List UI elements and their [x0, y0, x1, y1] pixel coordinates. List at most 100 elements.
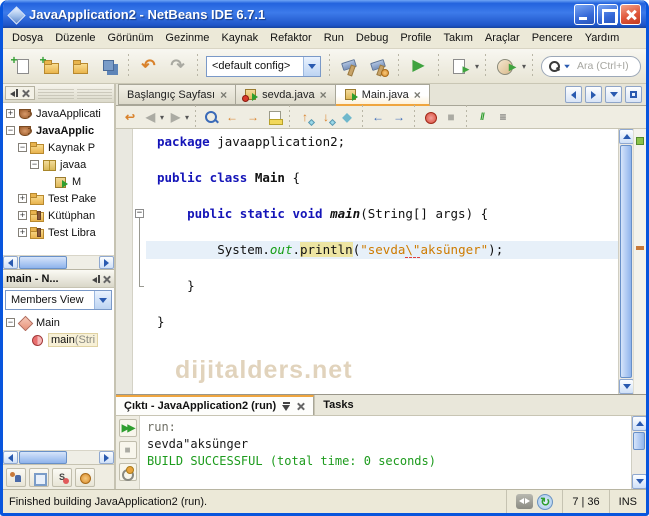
tree-item-main[interactable]: − Main — [3, 314, 114, 331]
scroll-right-icon[interactable] — [99, 256, 114, 269]
tree-item-javaapplicati[interactable]: + JavaApplicati — [3, 105, 114, 122]
collapse-icon[interactable]: − — [6, 318, 15, 327]
open-project-button[interactable] — [66, 53, 93, 80]
scroll-left-icon[interactable] — [3, 451, 18, 464]
find-next-button[interactable]: → — [243, 107, 263, 127]
back-button[interactable]: ◀ ▾ — [141, 107, 165, 127]
expand-icon[interactable]: + — [18, 211, 27, 220]
new-project-button[interactable]: + — [37, 53, 64, 80]
redo-button[interactable]: ↷ — [164, 53, 191, 80]
expand-icon[interactable]: + — [6, 109, 15, 118]
last-edit-location-button[interactable]: ↩ — [120, 107, 140, 127]
editor-vertical-scrollbar[interactable] — [618, 129, 634, 394]
tab-tasks[interactable]: Tasks — [314, 395, 361, 415]
search-dropdown-icon[interactable] — [564, 64, 570, 68]
stop-button[interactable]: ■ — [118, 441, 137, 459]
config-select[interactable]: <default config> — [206, 55, 321, 77]
close-tab-icon[interactable]: × — [220, 89, 227, 101]
projects-horizontal-scrollbar[interactable] — [3, 255, 114, 269]
menu-kaynak[interactable]: Kaynak — [215, 30, 264, 46]
scroll-down-icon[interactable] — [632, 474, 646, 489]
menu-gezinme[interactable]: Gezinme — [159, 30, 215, 46]
close-button[interactable] — [620, 3, 641, 25]
debug-button[interactable]: ▶ — [445, 53, 472, 80]
dropdown-arrow-icon[interactable]: ▾ — [475, 62, 479, 71]
toggle-bookmark-button[interactable]: ◆ — [337, 107, 357, 127]
close-window-icon[interactable] — [297, 402, 305, 410]
ant-settings-button[interactable] — [118, 463, 137, 481]
scroll-tabs-left-icon[interactable] — [565, 86, 582, 103]
show-fields-button[interactable] — [29, 467, 49, 487]
scroll-up-icon[interactable] — [619, 129, 634, 144]
scroll-tabs-right-icon[interactable] — [585, 86, 602, 103]
tab-output[interactable]: Çıktı - JavaApplication2 (run) — [116, 395, 315, 415]
find-previous-button[interactable]: ← — [222, 107, 242, 127]
tree-item-javaa[interactable]: − javaa — [3, 156, 114, 173]
scroll-up-icon[interactable] — [632, 416, 646, 431]
show-static-members-button[interactable]: S — [52, 467, 72, 487]
fold-collapse-icon[interactable]: − — [135, 209, 144, 218]
menu-ara-lar[interactable]: Araçlar — [479, 30, 526, 46]
maximize-editor-icon[interactable] — [625, 86, 642, 103]
combo-arrow-icon[interactable] — [94, 291, 111, 309]
output-console[interactable]: run: sevda"aksünger BUILD SUCCESSFUL (tota… — [140, 416, 631, 489]
update-center-icon[interactable]: ↻ — [537, 493, 554, 510]
show-inherited-members-button[interactable] — [6, 467, 26, 487]
minimize-pane-icon[interactable] — [92, 274, 100, 283]
output-vertical-scrollbar[interactable] — [631, 416, 646, 489]
rerun-button[interactable]: ▶▶ — [118, 419, 137, 437]
menu-refaktor[interactable]: Refaktor — [264, 30, 318, 46]
dropdown-arrow-icon[interactable]: ▾ — [185, 113, 189, 122]
profile-button[interactable]: ▶ — [492, 53, 519, 80]
menu-tak-m[interactable]: Takım — [438, 30, 479, 46]
tree-item-javaapplic[interactable]: − JavaApplic — [3, 122, 114, 139]
stop-macro-recording-button[interactable]: ■ — [441, 107, 461, 127]
save-all-button[interactable] — [95, 53, 122, 80]
menu-profile[interactable]: Profile — [394, 30, 437, 46]
undo-button[interactable]: ↶ — [135, 53, 162, 80]
tab-main-java[interactable]: Main.java × — [335, 84, 430, 106]
expand-icon[interactable]: + — [18, 228, 27, 237]
clean-and-build-button[interactable] — [365, 53, 392, 80]
new-file-button[interactable]: + — [8, 53, 35, 80]
menu-dosya[interactable]: Dosya — [6, 30, 49, 46]
scrollbar-thumb[interactable] — [19, 451, 67, 464]
close-tab-icon[interactable]: × — [414, 89, 421, 101]
tab-list-icon[interactable] — [605, 86, 622, 103]
collapse-icon[interactable]: − — [18, 143, 27, 152]
menu-d-zenle[interactable]: Düzenle — [49, 30, 101, 46]
scrollbar-thumb[interactable] — [620, 145, 632, 378]
code-editor[interactable]: package javaapplication2; public class M… — [146, 129, 618, 394]
scroll-right-icon[interactable] — [99, 451, 114, 464]
menu-pencere[interactable]: Pencere — [526, 30, 579, 46]
shift-line-left-button[interactable]: ← — [368, 107, 388, 127]
previous-bookmark-button[interactable]: ↑ — [295, 107, 315, 127]
tree-item-test-libra[interactable]: + Test Libra — [3, 224, 114, 241]
collapse-icon[interactable]: − — [6, 126, 15, 135]
menu-debug[interactable]: Debug — [350, 30, 394, 46]
quick-search-box[interactable] — [541, 55, 641, 77]
navigator-view-select[interactable]: Members View — [5, 290, 112, 310]
toggle-highlight-button[interactable] — [264, 107, 284, 127]
dropdown-arrow-icon[interactable]: ▾ — [160, 113, 164, 122]
find-selection-button[interactable] — [201, 107, 221, 127]
minimize-button[interactable] — [574, 3, 595, 25]
scrollbar-thumb[interactable] — [19, 256, 67, 269]
maximize-button[interactable] — [597, 3, 618, 25]
search-input[interactable] — [577, 60, 639, 72]
dropdown-arrow-icon[interactable]: ▾ — [522, 62, 526, 71]
minimize-window-icon[interactable] — [282, 401, 291, 411]
editor-navigation-icon[interactable] — [516, 494, 534, 509]
tab-ba-lang-sayfas[interactable]: Başlangıç Sayfası × — [118, 84, 237, 105]
projects-pane-tab[interactable] — [5, 86, 35, 100]
tab-sevda-java[interactable]: sevda.java × — [236, 84, 336, 105]
start-macro-recording-button[interactable] — [420, 107, 440, 127]
show-non-public-members-button[interactable] — [75, 467, 95, 487]
tree-item-m[interactable]: M — [3, 173, 114, 190]
menu-g-r-n-m[interactable]: Görünüm — [102, 30, 160, 46]
scrollbar-thumb[interactable] — [633, 432, 645, 450]
current-line-mark[interactable] — [636, 245, 644, 250]
tree-item-test-pake[interactable]: + Test Pake — [3, 190, 114, 207]
build-button[interactable] — [336, 53, 363, 80]
menu-run[interactable]: Run — [318, 30, 350, 46]
